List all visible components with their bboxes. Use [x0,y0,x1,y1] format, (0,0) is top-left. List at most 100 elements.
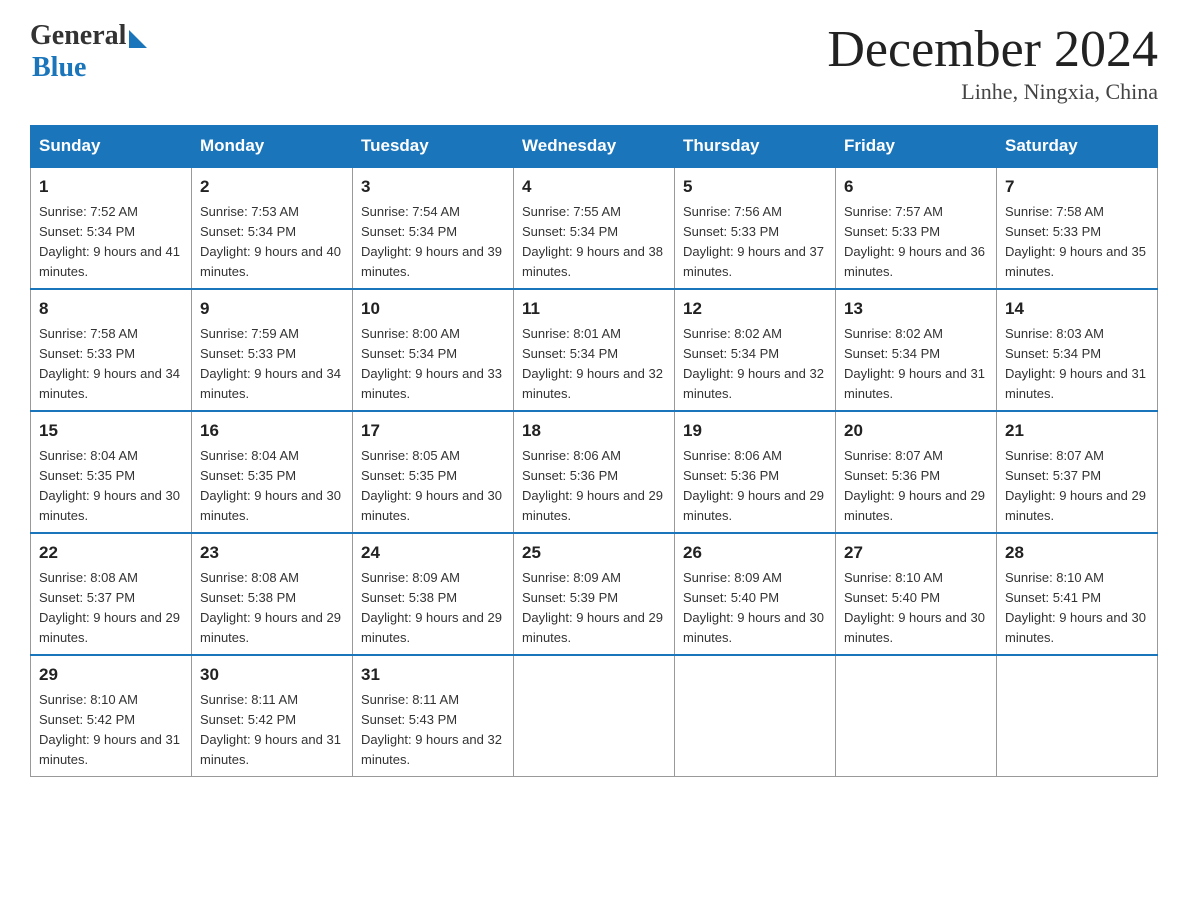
weekday-header: Monday [192,126,353,168]
location-text: Linhe, Ningxia, China [827,79,1158,105]
day-info: Sunrise: 8:04 AMSunset: 5:35 PMDaylight:… [200,446,344,527]
calendar-day-cell: 28Sunrise: 8:10 AMSunset: 5:41 PMDayligh… [997,533,1158,655]
calendar-header-row: SundayMondayTuesdayWednesdayThursdayFrid… [31,126,1158,168]
day-number: 7 [1005,174,1149,200]
day-info: Sunrise: 8:02 AMSunset: 5:34 PMDaylight:… [844,324,988,405]
day-number: 18 [522,418,666,444]
day-info: Sunrise: 8:10 AMSunset: 5:42 PMDaylight:… [39,690,183,771]
calendar-day-cell: 15Sunrise: 8:04 AMSunset: 5:35 PMDayligh… [31,411,192,533]
day-number: 1 [39,174,183,200]
day-info: Sunrise: 7:55 AMSunset: 5:34 PMDaylight:… [522,202,666,283]
calendar-day-cell: 18Sunrise: 8:06 AMSunset: 5:36 PMDayligh… [514,411,675,533]
calendar-day-cell: 24Sunrise: 8:09 AMSunset: 5:38 PMDayligh… [353,533,514,655]
calendar-day-cell: 25Sunrise: 8:09 AMSunset: 5:39 PMDayligh… [514,533,675,655]
day-number: 6 [844,174,988,200]
calendar-day-cell: 31Sunrise: 8:11 AMSunset: 5:43 PMDayligh… [353,655,514,777]
day-info: Sunrise: 8:01 AMSunset: 5:34 PMDaylight:… [522,324,666,405]
calendar-day-cell: 11Sunrise: 8:01 AMSunset: 5:34 PMDayligh… [514,289,675,411]
day-info: Sunrise: 7:56 AMSunset: 5:33 PMDaylight:… [683,202,827,283]
calendar-week-row: 22Sunrise: 8:08 AMSunset: 5:37 PMDayligh… [31,533,1158,655]
day-number: 3 [361,174,505,200]
day-number: 31 [361,662,505,688]
calendar-day-cell: 7Sunrise: 7:58 AMSunset: 5:33 PMDaylight… [997,167,1158,289]
day-info: Sunrise: 8:02 AMSunset: 5:34 PMDaylight:… [683,324,827,405]
day-number: 15 [39,418,183,444]
calendar-week-row: 8Sunrise: 7:58 AMSunset: 5:33 PMDaylight… [31,289,1158,411]
calendar-week-row: 29Sunrise: 8:10 AMSunset: 5:42 PMDayligh… [31,655,1158,777]
day-number: 2 [200,174,344,200]
day-number: 16 [200,418,344,444]
day-number: 20 [844,418,988,444]
logo: General Blue [30,20,147,84]
calendar-day-cell: 4Sunrise: 7:55 AMSunset: 5:34 PMDaylight… [514,167,675,289]
day-number: 12 [683,296,827,322]
calendar-day-cell: 23Sunrise: 8:08 AMSunset: 5:38 PMDayligh… [192,533,353,655]
day-number: 21 [1005,418,1149,444]
calendar-day-cell [836,655,997,777]
day-info: Sunrise: 7:54 AMSunset: 5:34 PMDaylight:… [361,202,505,283]
day-info: Sunrise: 7:59 AMSunset: 5:33 PMDaylight:… [200,324,344,405]
day-info: Sunrise: 7:57 AMSunset: 5:33 PMDaylight:… [844,202,988,283]
calendar-day-cell: 29Sunrise: 8:10 AMSunset: 5:42 PMDayligh… [31,655,192,777]
calendar-day-cell: 16Sunrise: 8:04 AMSunset: 5:35 PMDayligh… [192,411,353,533]
weekday-header: Saturday [997,126,1158,168]
calendar-day-cell [675,655,836,777]
day-number: 29 [39,662,183,688]
calendar-day-cell [514,655,675,777]
day-number: 5 [683,174,827,200]
day-info: Sunrise: 8:00 AMSunset: 5:34 PMDaylight:… [361,324,505,405]
day-info: Sunrise: 7:52 AMSunset: 5:34 PMDaylight:… [39,202,183,283]
day-info: Sunrise: 8:10 AMSunset: 5:40 PMDaylight:… [844,568,988,649]
day-info: Sunrise: 8:03 AMSunset: 5:34 PMDaylight:… [1005,324,1149,405]
day-info: Sunrise: 8:05 AMSunset: 5:35 PMDaylight:… [361,446,505,527]
calendar-day-cell: 21Sunrise: 8:07 AMSunset: 5:37 PMDayligh… [997,411,1158,533]
weekday-header: Wednesday [514,126,675,168]
day-info: Sunrise: 8:11 AMSunset: 5:42 PMDaylight:… [200,690,344,771]
day-number: 24 [361,540,505,566]
calendar-day-cell: 13Sunrise: 8:02 AMSunset: 5:34 PMDayligh… [836,289,997,411]
calendar-day-cell: 22Sunrise: 8:08 AMSunset: 5:37 PMDayligh… [31,533,192,655]
calendar-day-cell: 14Sunrise: 8:03 AMSunset: 5:34 PMDayligh… [997,289,1158,411]
calendar-day-cell: 17Sunrise: 8:05 AMSunset: 5:35 PMDayligh… [353,411,514,533]
day-number: 11 [522,296,666,322]
day-number: 30 [200,662,344,688]
day-info: Sunrise: 8:09 AMSunset: 5:40 PMDaylight:… [683,568,827,649]
month-title: December 2024 [827,20,1158,79]
calendar-day-cell [997,655,1158,777]
logo-arrow-icon [129,30,147,48]
day-info: Sunrise: 8:11 AMSunset: 5:43 PMDaylight:… [361,690,505,771]
day-number: 13 [844,296,988,322]
calendar-week-row: 15Sunrise: 8:04 AMSunset: 5:35 PMDayligh… [31,411,1158,533]
day-number: 26 [683,540,827,566]
day-info: Sunrise: 8:08 AMSunset: 5:37 PMDaylight:… [39,568,183,649]
day-info: Sunrise: 7:53 AMSunset: 5:34 PMDaylight:… [200,202,344,283]
calendar-day-cell: 9Sunrise: 7:59 AMSunset: 5:33 PMDaylight… [192,289,353,411]
calendar-day-cell: 2Sunrise: 7:53 AMSunset: 5:34 PMDaylight… [192,167,353,289]
calendar-day-cell: 1Sunrise: 7:52 AMSunset: 5:34 PMDaylight… [31,167,192,289]
day-info: Sunrise: 8:08 AMSunset: 5:38 PMDaylight:… [200,568,344,649]
calendar-day-cell: 3Sunrise: 7:54 AMSunset: 5:34 PMDaylight… [353,167,514,289]
day-number: 28 [1005,540,1149,566]
calendar-day-cell: 19Sunrise: 8:06 AMSunset: 5:36 PMDayligh… [675,411,836,533]
day-number: 14 [1005,296,1149,322]
calendar-week-row: 1Sunrise: 7:52 AMSunset: 5:34 PMDaylight… [31,167,1158,289]
day-info: Sunrise: 8:06 AMSunset: 5:36 PMDaylight:… [683,446,827,527]
calendar-day-cell: 20Sunrise: 8:07 AMSunset: 5:36 PMDayligh… [836,411,997,533]
day-number: 9 [200,296,344,322]
calendar-day-cell: 6Sunrise: 7:57 AMSunset: 5:33 PMDaylight… [836,167,997,289]
weekday-header: Thursday [675,126,836,168]
weekday-header: Friday [836,126,997,168]
day-info: Sunrise: 8:04 AMSunset: 5:35 PMDaylight:… [39,446,183,527]
calendar-day-cell: 10Sunrise: 8:00 AMSunset: 5:34 PMDayligh… [353,289,514,411]
day-number: 19 [683,418,827,444]
day-number: 8 [39,296,183,322]
day-number: 17 [361,418,505,444]
logo-blue-text: Blue [32,52,86,84]
calendar-table: SundayMondayTuesdayWednesdayThursdayFrid… [30,125,1158,777]
day-number: 10 [361,296,505,322]
weekday-header: Sunday [31,126,192,168]
day-info: Sunrise: 8:09 AMSunset: 5:38 PMDaylight:… [361,568,505,649]
calendar-day-cell: 12Sunrise: 8:02 AMSunset: 5:34 PMDayligh… [675,289,836,411]
calendar-day-cell: 5Sunrise: 7:56 AMSunset: 5:33 PMDaylight… [675,167,836,289]
weekday-header: Tuesday [353,126,514,168]
